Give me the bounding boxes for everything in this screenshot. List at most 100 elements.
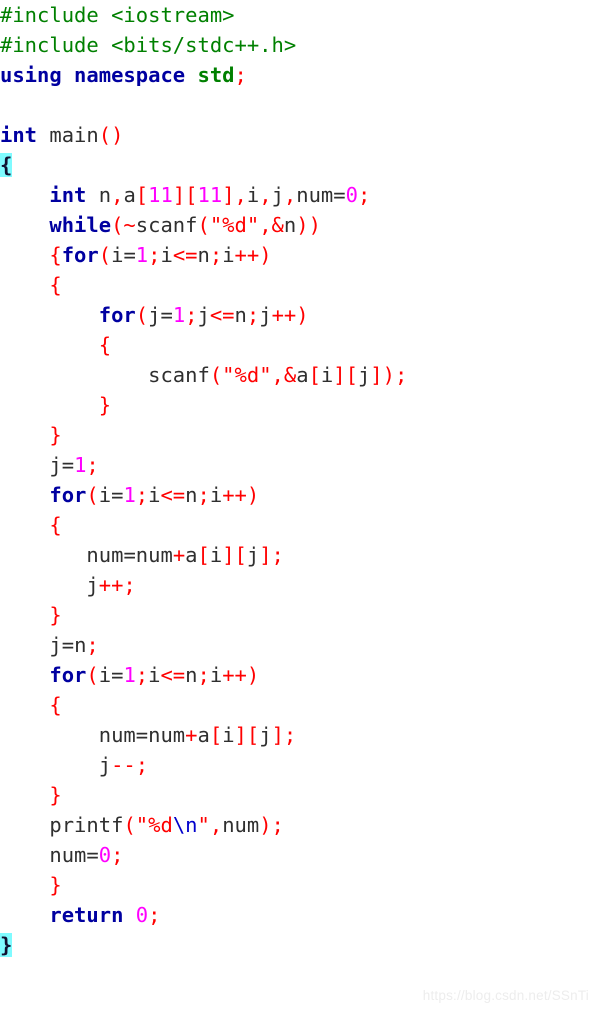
identifier-n: n: [197, 243, 210, 267]
identifier-n: n: [74, 633, 87, 657]
array-dim-2: 11: [197, 183, 223, 207]
identifier-num: num: [148, 723, 186, 747]
identifier-i: i: [98, 663, 112, 687]
code-line: for(j=1;j<=n;j++): [98, 303, 309, 327]
function-name-main: main: [37, 123, 99, 147]
code-line: printf("%d\n",num);: [49, 813, 284, 837]
code-line: num=0;: [49, 843, 124, 867]
watermark-url: https://blog.csdn.net/SSnTi: [422, 988, 589, 1003]
escape-newline: \n: [172, 813, 198, 837]
identifier-i: i: [222, 243, 235, 267]
identifier-num: num: [86, 543, 124, 567]
identifier-n: n: [185, 483, 198, 507]
brace-close: }: [49, 423, 62, 447]
code-line: {for(i=1;i<=n;i++): [49, 243, 272, 267]
identifier-a: a: [185, 543, 198, 567]
brace-open: {: [49, 693, 62, 717]
identifier-j: j: [49, 453, 62, 477]
code-line: }: [0, 930, 407, 960]
function-scanf: scanf: [135, 213, 198, 237]
keyword-using-namespace: using namespace: [0, 63, 198, 87]
array-dim-1: 11: [148, 183, 173, 207]
code-line: for(i=1;i<=n;i++): [49, 663, 260, 687]
brace-close: }: [98, 393, 112, 417]
identifier-n: n: [185, 663, 198, 687]
brace-open: {: [49, 273, 62, 297]
function-printf: printf: [49, 813, 124, 837]
parentheses: (): [98, 123, 124, 147]
code-line: num=num+a[i][j];: [98, 723, 297, 747]
identifier-num: num: [222, 813, 260, 837]
brace-close-main-highlighted: }: [0, 933, 13, 957]
identifier-j: j: [357, 363, 371, 387]
brace-open-main-highlighted: {: [0, 153, 13, 177]
identifier-i: i: [320, 363, 334, 387]
identifier-i: i: [209, 543, 223, 567]
identifier-j: j: [271, 183, 284, 207]
brace-open: {: [49, 243, 62, 267]
brace-close: }: [49, 603, 62, 627]
format-string: "%d: [135, 813, 173, 837]
code-line: }: [0, 600, 407, 630]
identifier-n: n: [86, 183, 112, 207]
identifier-num: num: [49, 843, 87, 867]
code-line: }: [0, 420, 407, 450]
format-string-end: ": [197, 813, 210, 837]
identifier-i: i: [98, 483, 112, 507]
semicolon: ;: [234, 63, 247, 87]
source-code-listing: #include <iostream> #include <bits/stdc++…: [0, 0, 407, 960]
identifier-i: i: [148, 663, 161, 687]
code-line: }: [0, 870, 407, 900]
code-line: j=n;: [49, 633, 99, 657]
literal-zero: 0: [345, 183, 358, 207]
identifier-j: j: [197, 303, 210, 327]
code-line: {: [0, 510, 407, 540]
identifier-n: n: [234, 303, 247, 327]
function-scanf: scanf: [148, 363, 210, 387]
keyword-int: int: [49, 183, 87, 207]
brace-close: }: [49, 783, 62, 807]
keyword-for: for: [98, 303, 136, 327]
keyword-for: for: [49, 663, 87, 687]
preprocessor-include-iostream: #include <iostream>: [0, 3, 235, 27]
format-string: "%d": [209, 213, 260, 237]
code-line: scanf("%d",&a[i][j]);: [148, 363, 408, 387]
identifier-a: a: [123, 183, 136, 207]
identifier-num: num: [296, 183, 334, 207]
identifier-j: j: [49, 633, 62, 657]
identifier-n: n: [283, 213, 297, 237]
code-line: {: [0, 690, 407, 720]
code-line: {: [0, 270, 407, 300]
code-line: for(i=1;i<=n;i++): [49, 483, 260, 507]
code-line: while(~scanf("%d",&n)): [49, 213, 321, 237]
keyword-for: for: [61, 243, 99, 267]
code-viewer: #include <iostream> #include <bits/stdc++…: [0, 0, 597, 1017]
literal-zero: 0: [135, 903, 149, 927]
identifier-j: j: [86, 573, 99, 597]
identifier-j: j: [148, 303, 161, 327]
code-line: j--;: [98, 753, 149, 777]
namespace-std: std: [197, 63, 235, 87]
brace-close: }: [49, 873, 62, 897]
identifier-i: i: [209, 483, 223, 507]
code-line: using namespace std;: [0, 60, 407, 90]
keyword-int: int: [0, 123, 38, 147]
code-line: {: [0, 150, 407, 180]
keyword-while: while: [49, 213, 112, 237]
identifier-i: i: [209, 663, 223, 687]
code-line: {: [0, 330, 407, 360]
format-string: "%d": [222, 363, 272, 387]
keyword-for: for: [49, 483, 87, 507]
code-line: int n,a[11][11],i,j,num=0;: [49, 183, 371, 207]
identifier-num: num: [98, 723, 136, 747]
identifier-j: j: [98, 753, 112, 777]
code-line: return 0;: [49, 903, 161, 927]
code-line: num=num+a[i][j];: [86, 543, 284, 567]
code-line: j=1;: [49, 453, 99, 477]
identifier-i: i: [222, 723, 235, 747]
preprocessor-include-bits-stdcpp: #include <bits/stdc++.h>: [0, 33, 297, 57]
code-line: #include <bits/stdc++.h>: [0, 30, 407, 60]
identifier-j: j: [259, 723, 272, 747]
identifier-i: i: [111, 243, 124, 267]
